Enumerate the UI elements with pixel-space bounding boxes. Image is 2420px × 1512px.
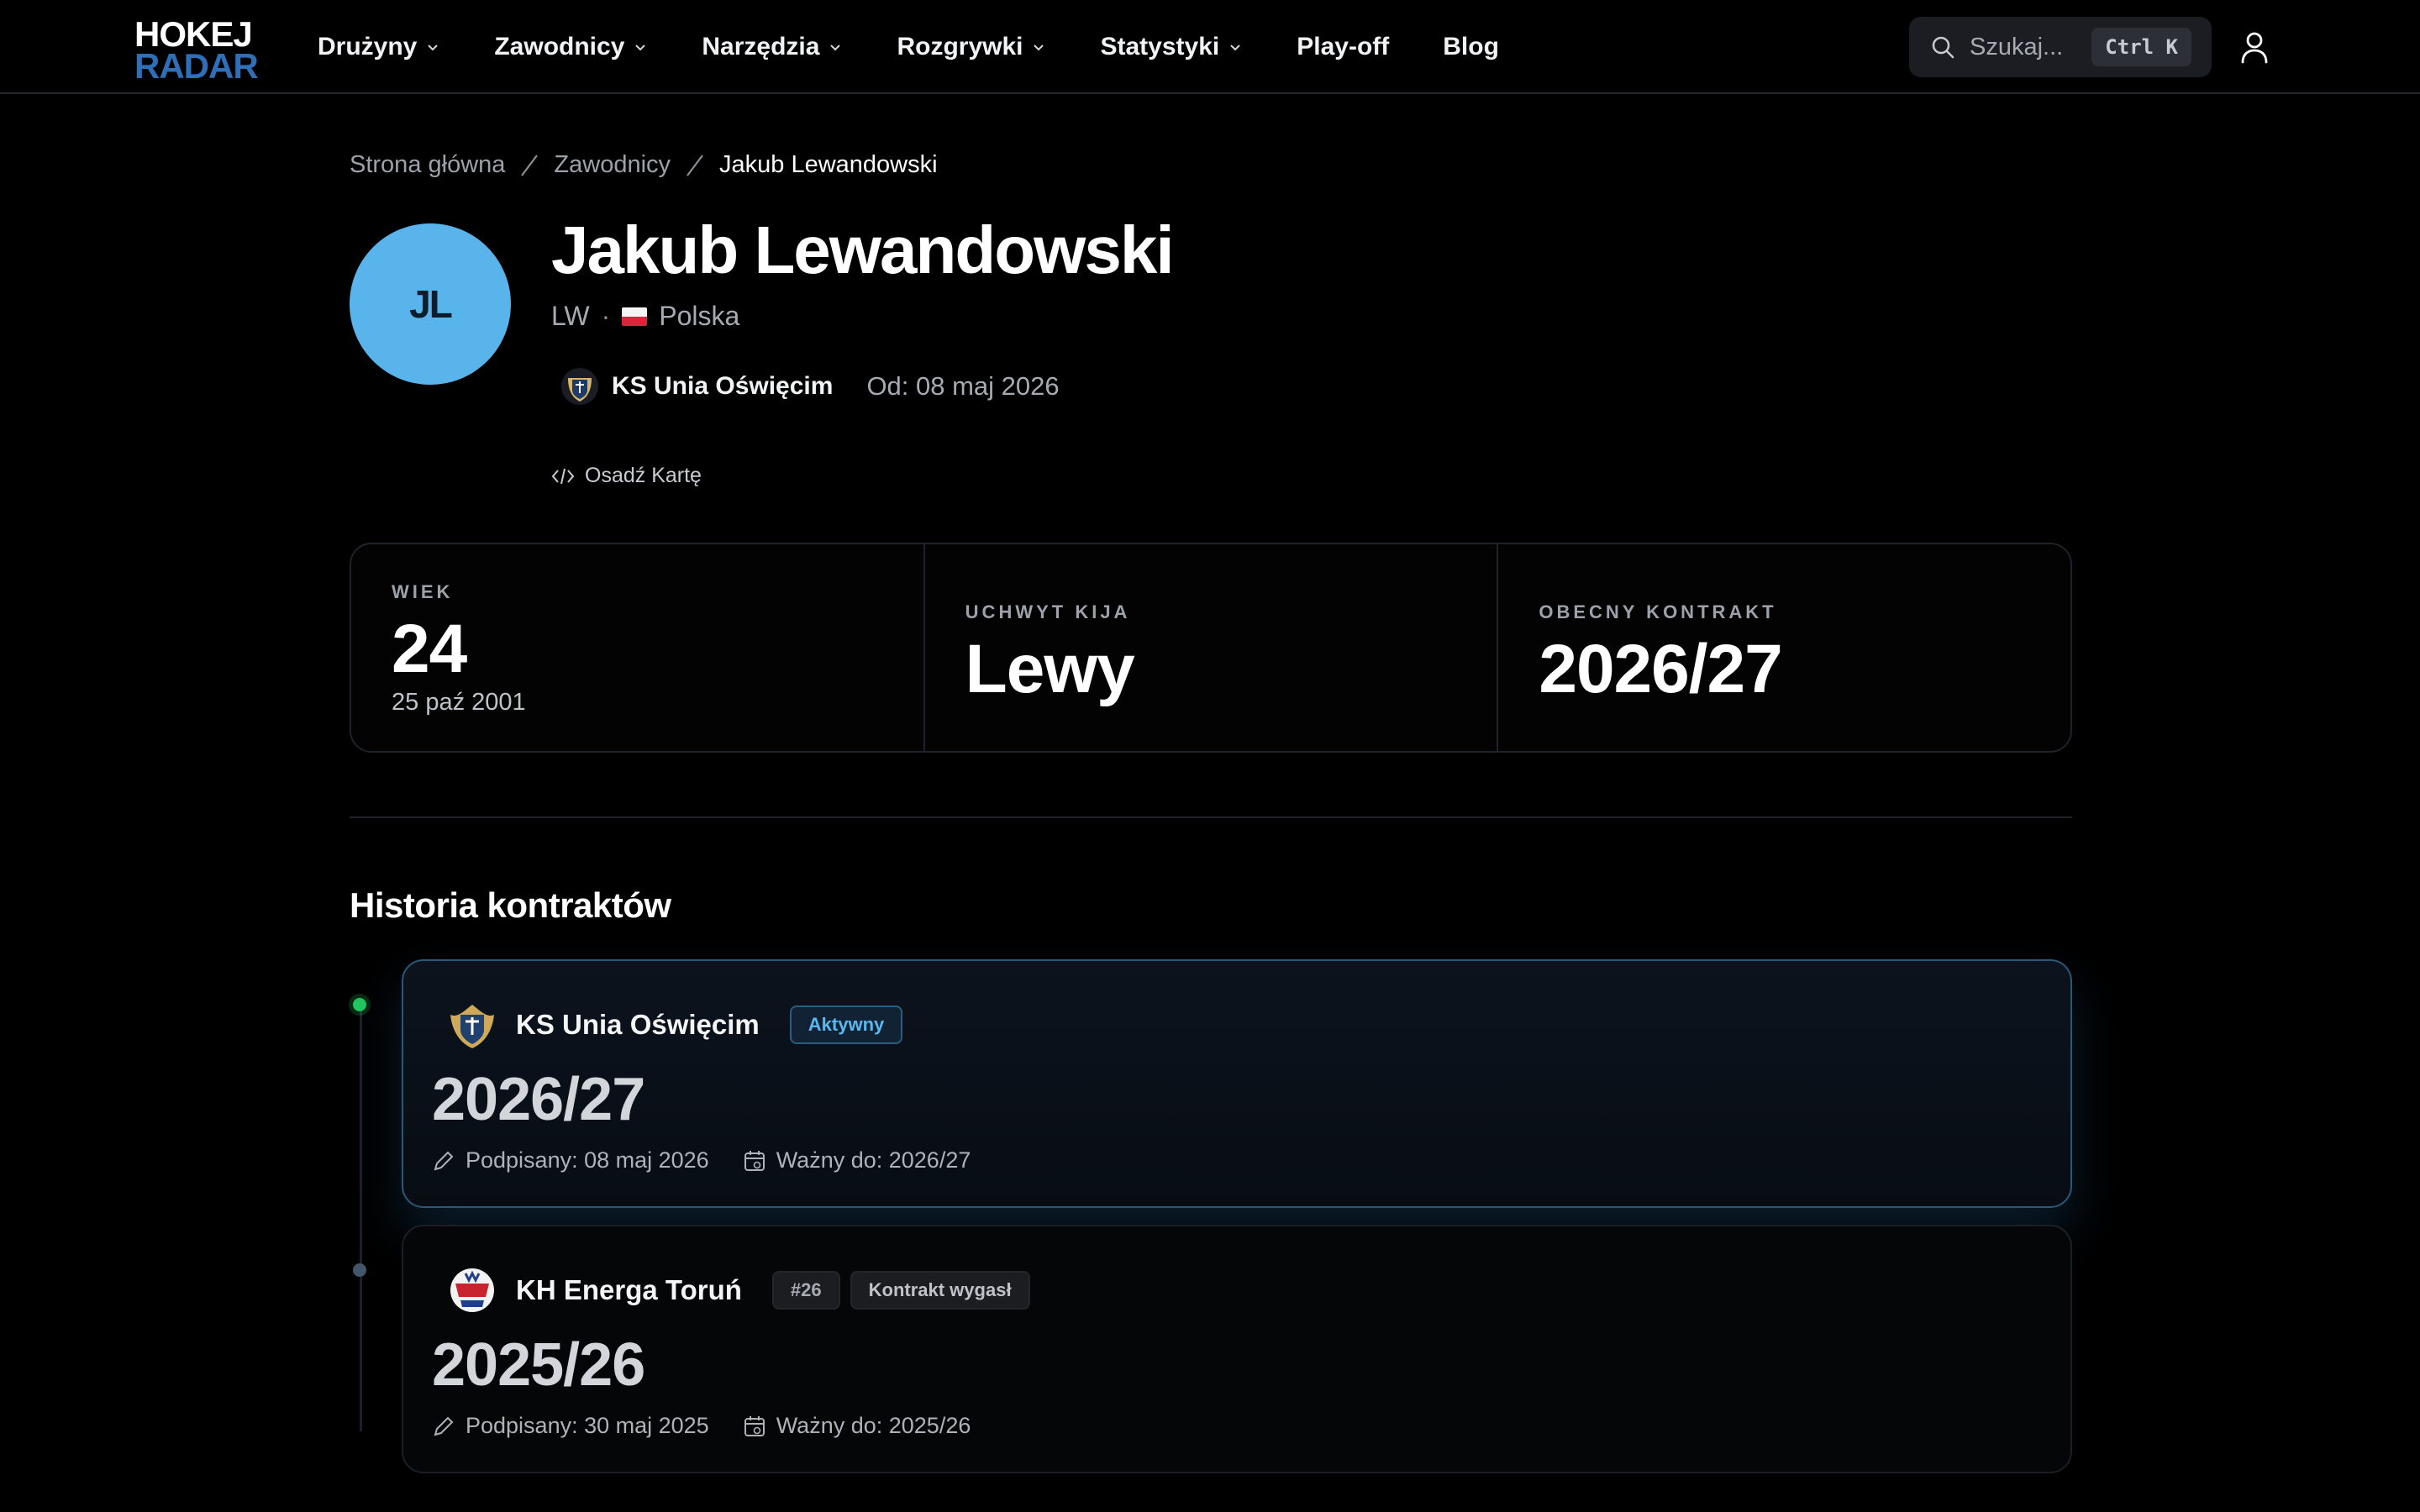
status-badge: Kontrakt wygasł <box>850 1271 1030 1310</box>
nav-item-play-off[interactable]: Play-off <box>1297 33 1389 61</box>
nav-item-label: Narzędzia <box>702 33 820 60</box>
stat-label: UCHWYT KIJA <box>965 601 1131 622</box>
logo-line-2: RADAR <box>134 45 259 86</box>
search-placeholder: Szukaj... <box>1970 33 2064 60</box>
chevron-down-icon <box>635 45 646 51</box>
nav-item-label: Statystyki <box>1100 33 1220 60</box>
nav-item-rozgrywki[interactable]: Rozgrywki <box>897 33 1046 61</box>
contract-card-header: KH Energa Toruń #26 Kontrakt wygasł <box>445 1263 1030 1317</box>
breadcrumb-current: Jakub Lewandowski <box>719 151 938 178</box>
user-icon[interactable] <box>2238 30 2270 64</box>
player-stats-panel: WIEK 24 25 paź 2001 UCHWYT KIJA Lewy OBE… <box>350 543 2072 753</box>
nav-item-druzyny[interactable]: Drużyny <box>318 33 440 61</box>
nav-item-label: Rozgrywki <box>897 33 1023 60</box>
chevron-down-icon <box>830 45 841 51</box>
player-country: Polska <box>659 301 740 331</box>
nav-item-statystyki[interactable]: Statystyki <box>1100 33 1243 61</box>
code-icon <box>551 468 575 484</box>
status-badge: Aktywny <box>789 1005 903 1044</box>
breadcrumb-home[interactable]: Strona główna <box>350 151 505 179</box>
meta-separator: · <box>601 301 611 331</box>
contract-season: 2026/27 <box>432 1066 645 1133</box>
breadcrumb: Strona główna Zawodnicy Jakub Lewandowsk… <box>350 151 938 179</box>
contract-meta: Podpisany: 08 maj 2026 Ważny do: 2026/27 <box>432 1147 971 1173</box>
breadcrumb-section[interactable]: Zawodnicy <box>554 151 671 179</box>
chevron-down-icon <box>1230 45 1240 51</box>
stat-value: Lewy <box>965 631 1135 707</box>
contract-card[interactable]: KS Unia Oświęcim Aktywny 2026/27 Podpisa… <box>402 959 2072 1208</box>
player-team-link[interactable]: KS Unia Oświęcim <box>612 372 833 401</box>
slash-separator-icon <box>521 154 539 176</box>
stat-sub: 25 paź 2001 <box>392 689 526 716</box>
pen-icon <box>434 1151 454 1170</box>
timeline-dot-active <box>353 998 366 1011</box>
stat-current-contract: OBECNY KONTRAKT 2026/27 <box>1498 544 2070 751</box>
main-nav: Drużyny Zawodnicy Narzędzia Rozgrywki St… <box>318 0 1553 94</box>
contract-signed-date: Podpisany: 08 maj 2026 <box>466 1147 709 1173</box>
contract-history-title: Historia kontraktów <box>350 885 671 925</box>
embed-card-label: Osadź Kartę <box>585 464 702 487</box>
nav-item-blog[interactable]: Blog <box>1443 33 1499 61</box>
player-team-since: Od: 08 maj 2026 <box>866 371 1060 401</box>
energa-torun-crest-icon <box>450 1268 494 1312</box>
contract-card[interactable]: KH Energa Toruń #26 Kontrakt wygasł 2025… <box>402 1225 2072 1473</box>
contract-valid-until: Ważny do: 2025/26 <box>776 1413 971 1438</box>
player-avatar: JL <box>350 223 511 385</box>
poland-flag-icon <box>622 307 648 326</box>
nav-item-label: Zawodnicy <box>494 33 625 60</box>
jersey-number-badge: #26 <box>771 1271 840 1310</box>
nav-item-label: Blog <box>1443 33 1499 60</box>
stat-age: WIEK 24 25 paź 2001 <box>351 544 925 751</box>
unia-oswiecim-crest-icon <box>561 368 598 405</box>
calendar-icon <box>744 1150 765 1171</box>
section-divider <box>350 816 2072 818</box>
unia-oswiecim-crest-icon <box>450 1005 494 1048</box>
contract-meta: Podpisany: 30 maj 2025 Ważny do: 2025/26 <box>432 1413 971 1439</box>
contract-season: 2025/26 <box>432 1331 645 1399</box>
calendar-icon <box>744 1415 765 1436</box>
pen-icon <box>434 1416 454 1436</box>
chevron-down-icon <box>428 45 439 51</box>
player-current-team: KS Unia Oświęcim Od: 08 maj 2026 <box>560 366 1060 407</box>
timeline-line <box>360 1005 362 1431</box>
stat-label: WIEK <box>392 581 454 602</box>
contract-valid-until: Ważny do: 2026/27 <box>776 1147 971 1173</box>
stat-stick-grip: UCHWYT KIJA Lewy <box>925 544 1499 751</box>
contract-signed-date: Podpisany: 30 maj 2025 <box>466 1413 709 1438</box>
stat-label: OBECNY KONTRAKT <box>1539 601 1777 622</box>
embed-card-button[interactable]: Osadź Kartę <box>551 464 702 488</box>
top-navigation-bar: HOKEJ RADAR Drużyny Zawodnicy Narzędzia … <box>0 0 2420 94</box>
page-title: Jakub Lewandowski <box>551 213 1175 287</box>
player-position: LW <box>551 301 590 331</box>
nav-item-label: Play-off <box>1297 33 1390 60</box>
search-icon <box>1932 36 1954 59</box>
stat-value: 24 <box>392 611 467 687</box>
nav-item-narzedzia[interactable]: Narzędzia <box>702 33 843 61</box>
search-shortcut-badge: Ctrl K <box>2091 28 2191 66</box>
contract-team-link[interactable]: KH Energa Toruń <box>516 1274 742 1306</box>
slash-separator-icon <box>687 154 703 176</box>
contract-team-link[interactable]: KS Unia Oświęcim <box>516 1009 760 1041</box>
contract-card-header: KS Unia Oświęcim Aktywny <box>445 998 903 1052</box>
nav-item-zawodnicy[interactable]: Zawodnicy <box>494 33 648 61</box>
search-button[interactable]: Szukaj... Ctrl K <box>1909 17 2212 77</box>
site-logo[interactable]: HOKEJ RADAR <box>134 17 259 86</box>
timeline-dot-past <box>353 1263 366 1277</box>
player-meta: LW · Polska <box>551 301 739 332</box>
stat-value: 2026/27 <box>1539 631 1782 707</box>
chevron-down-icon <box>1034 45 1044 51</box>
nav-item-label: Drużyny <box>318 33 418 60</box>
